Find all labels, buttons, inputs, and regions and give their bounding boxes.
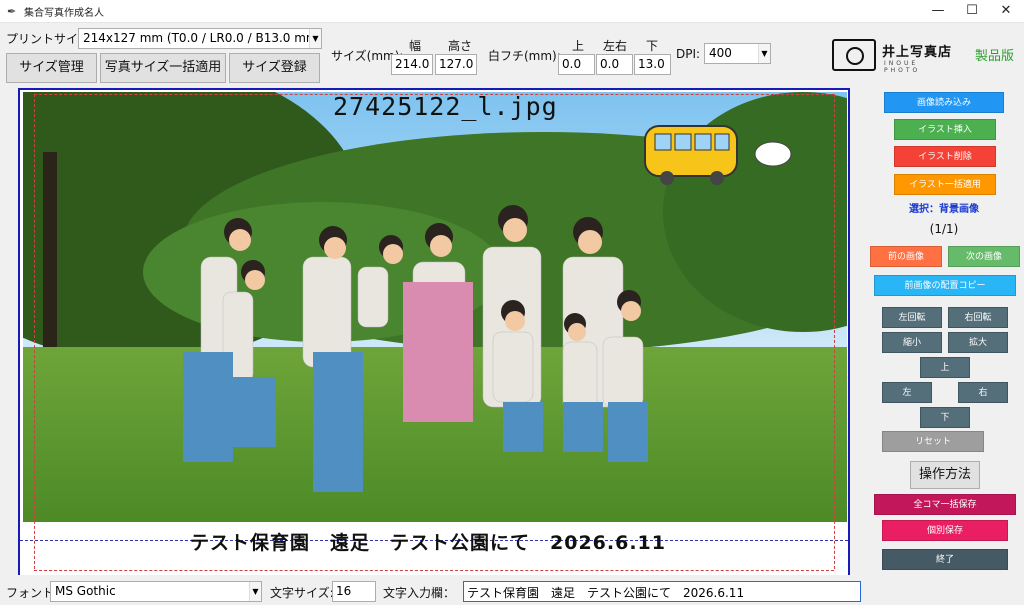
caption-text[interactable]: テスト保育園 遠足 テスト公園にて 2026.6.11 — [190, 528, 666, 555]
save-one-button[interactable]: 個別保存 — [882, 520, 1008, 541]
enlarge-button[interactable]: 拡大 — [948, 332, 1008, 353]
reset-button[interactable]: リセット — [882, 431, 984, 452]
logo-name: 井上写真店 — [882, 45, 953, 60]
text-size-label: 文字サイズ: — [270, 586, 334, 600]
filename-text[interactable]: 27425122_l.jpg — [333, 92, 558, 121]
print-size-value: 214x127 mm (T0.0 / LR0.0 / B13.0 mm) — [83, 31, 322, 45]
save-all-button[interactable]: 全コマ一括保存 — [874, 494, 1016, 515]
prev-image-button[interactable]: 前の画像 — [870, 246, 942, 267]
margin-lr-field[interactable]: 0.0 — [596, 54, 633, 75]
logo-sub: INOUE PHOTO — [884, 60, 921, 74]
preview-canvas[interactable]: 27425122_l.jpg テスト保育園 遠足 テスト公園にて 2026.6.… — [18, 88, 850, 575]
margin-lr-label: 左右 — [603, 39, 628, 53]
selection-label: 選択：背景画像 — [909, 204, 979, 215]
dpi-label: DPI: — [676, 47, 701, 61]
minimize-button[interactable]: — — [921, 0, 955, 23]
safe-area-top — [34, 94, 834, 95]
chevron-down-icon: ▼ — [309, 29, 321, 48]
shrink-button[interactable]: 縮小 — [882, 332, 942, 353]
camera-icon — [832, 39, 876, 71]
font-value: MS Gothic — [55, 584, 116, 598]
size-manage-button[interactable]: サイズ管理 — [6, 53, 97, 83]
title-bar: ✒ 集合写真作成名人 — ☐ ✕ — [0, 0, 1024, 23]
safe-area-bottom — [34, 570, 834, 571]
close-button[interactable]: ✕ — [989, 0, 1023, 23]
text-size-field[interactable]: 16 — [332, 581, 376, 602]
app-feather-icon: ✒ — [7, 5, 17, 18]
delete-illust-button[interactable]: イラスト削除 — [894, 146, 996, 167]
margin-top-field[interactable]: 0.0 — [558, 54, 595, 75]
insert-illust-button[interactable]: イラスト挿入 — [894, 119, 996, 140]
chevron-down-icon: ▼ — [249, 582, 261, 601]
apply-all-size-button[interactable]: 写真サイズ一括適用 — [100, 53, 226, 83]
rotate-right-button[interactable]: 右回転 — [948, 307, 1008, 328]
move-down-button[interactable]: 下 — [920, 407, 970, 428]
how-to-button[interactable]: 操作方法 — [910, 461, 980, 489]
height-label: 高さ — [448, 39, 473, 53]
margin-bottom-label: 下 — [646, 39, 659, 53]
dpi-select[interactable]: 400 ▼ — [704, 43, 771, 64]
margin-bottom-field[interactable]: 13.0 — [634, 54, 671, 75]
width-label: 幅 — [409, 39, 422, 53]
move-right-button[interactable]: 右 — [958, 382, 1008, 403]
park-photo-image — [23, 92, 847, 522]
move-left-button[interactable]: 左 — [882, 382, 932, 403]
window-title: 集合写真作成名人 — [24, 8, 104, 19]
height-field[interactable]: 127.0 — [435, 54, 477, 75]
edition-label: 製品版 — [975, 49, 1015, 64]
apply-illust-all-button[interactable]: イラスト一括適用 — [894, 174, 996, 195]
print-size-select[interactable]: 214x127 mm (T0.0 / LR0.0 / B13.0 mm) ▼ — [78, 28, 322, 49]
background-photo[interactable]: 27425122_l.jpg — [23, 92, 847, 522]
margin-label: 白フチ(mm): — [488, 49, 561, 63]
load-image-button[interactable]: 画像読み込み — [884, 92, 1004, 113]
exit-button[interactable]: 終了 — [882, 549, 1008, 570]
shop-logo: 井上写真店 INOUE PHOTO — [832, 37, 958, 74]
text-input-field[interactable]: テスト保育園 遠足 テスト公園にて 2026.6.11 — [463, 581, 861, 602]
dpi-value: 400 — [709, 46, 732, 60]
page-counter: (1/1) — [929, 222, 959, 236]
margin-top-label: 上 — [572, 39, 585, 53]
bottom-bar: フォント: MS Gothic ▼ 文字サイズ: 16 文字入力欄： テスト保育… — [0, 578, 1024, 605]
next-image-button[interactable]: 次の画像 — [948, 246, 1020, 267]
side-panel: 画像読み込み イラスト挿入 イラスト削除 イラスト一括適用 選択：背景画像 (1… — [870, 88, 1024, 578]
chevron-down-icon: ▼ — [758, 44, 770, 63]
text-input-label: 文字入力欄： — [383, 586, 456, 600]
width-field[interactable]: 214.0 — [391, 54, 433, 75]
move-up-button[interactable]: 上 — [920, 357, 970, 378]
safe-area-left — [34, 94, 35, 569]
safe-area-right — [834, 94, 835, 569]
copy-layout-button[interactable]: 前画像の配置コピー — [874, 275, 1016, 296]
rotate-left-button[interactable]: 左回転 — [882, 307, 942, 328]
font-select[interactable]: MS Gothic ▼ — [50, 581, 262, 602]
size-register-button[interactable]: サイズ登録 — [229, 53, 320, 83]
maximize-button[interactable]: ☐ — [955, 0, 989, 23]
